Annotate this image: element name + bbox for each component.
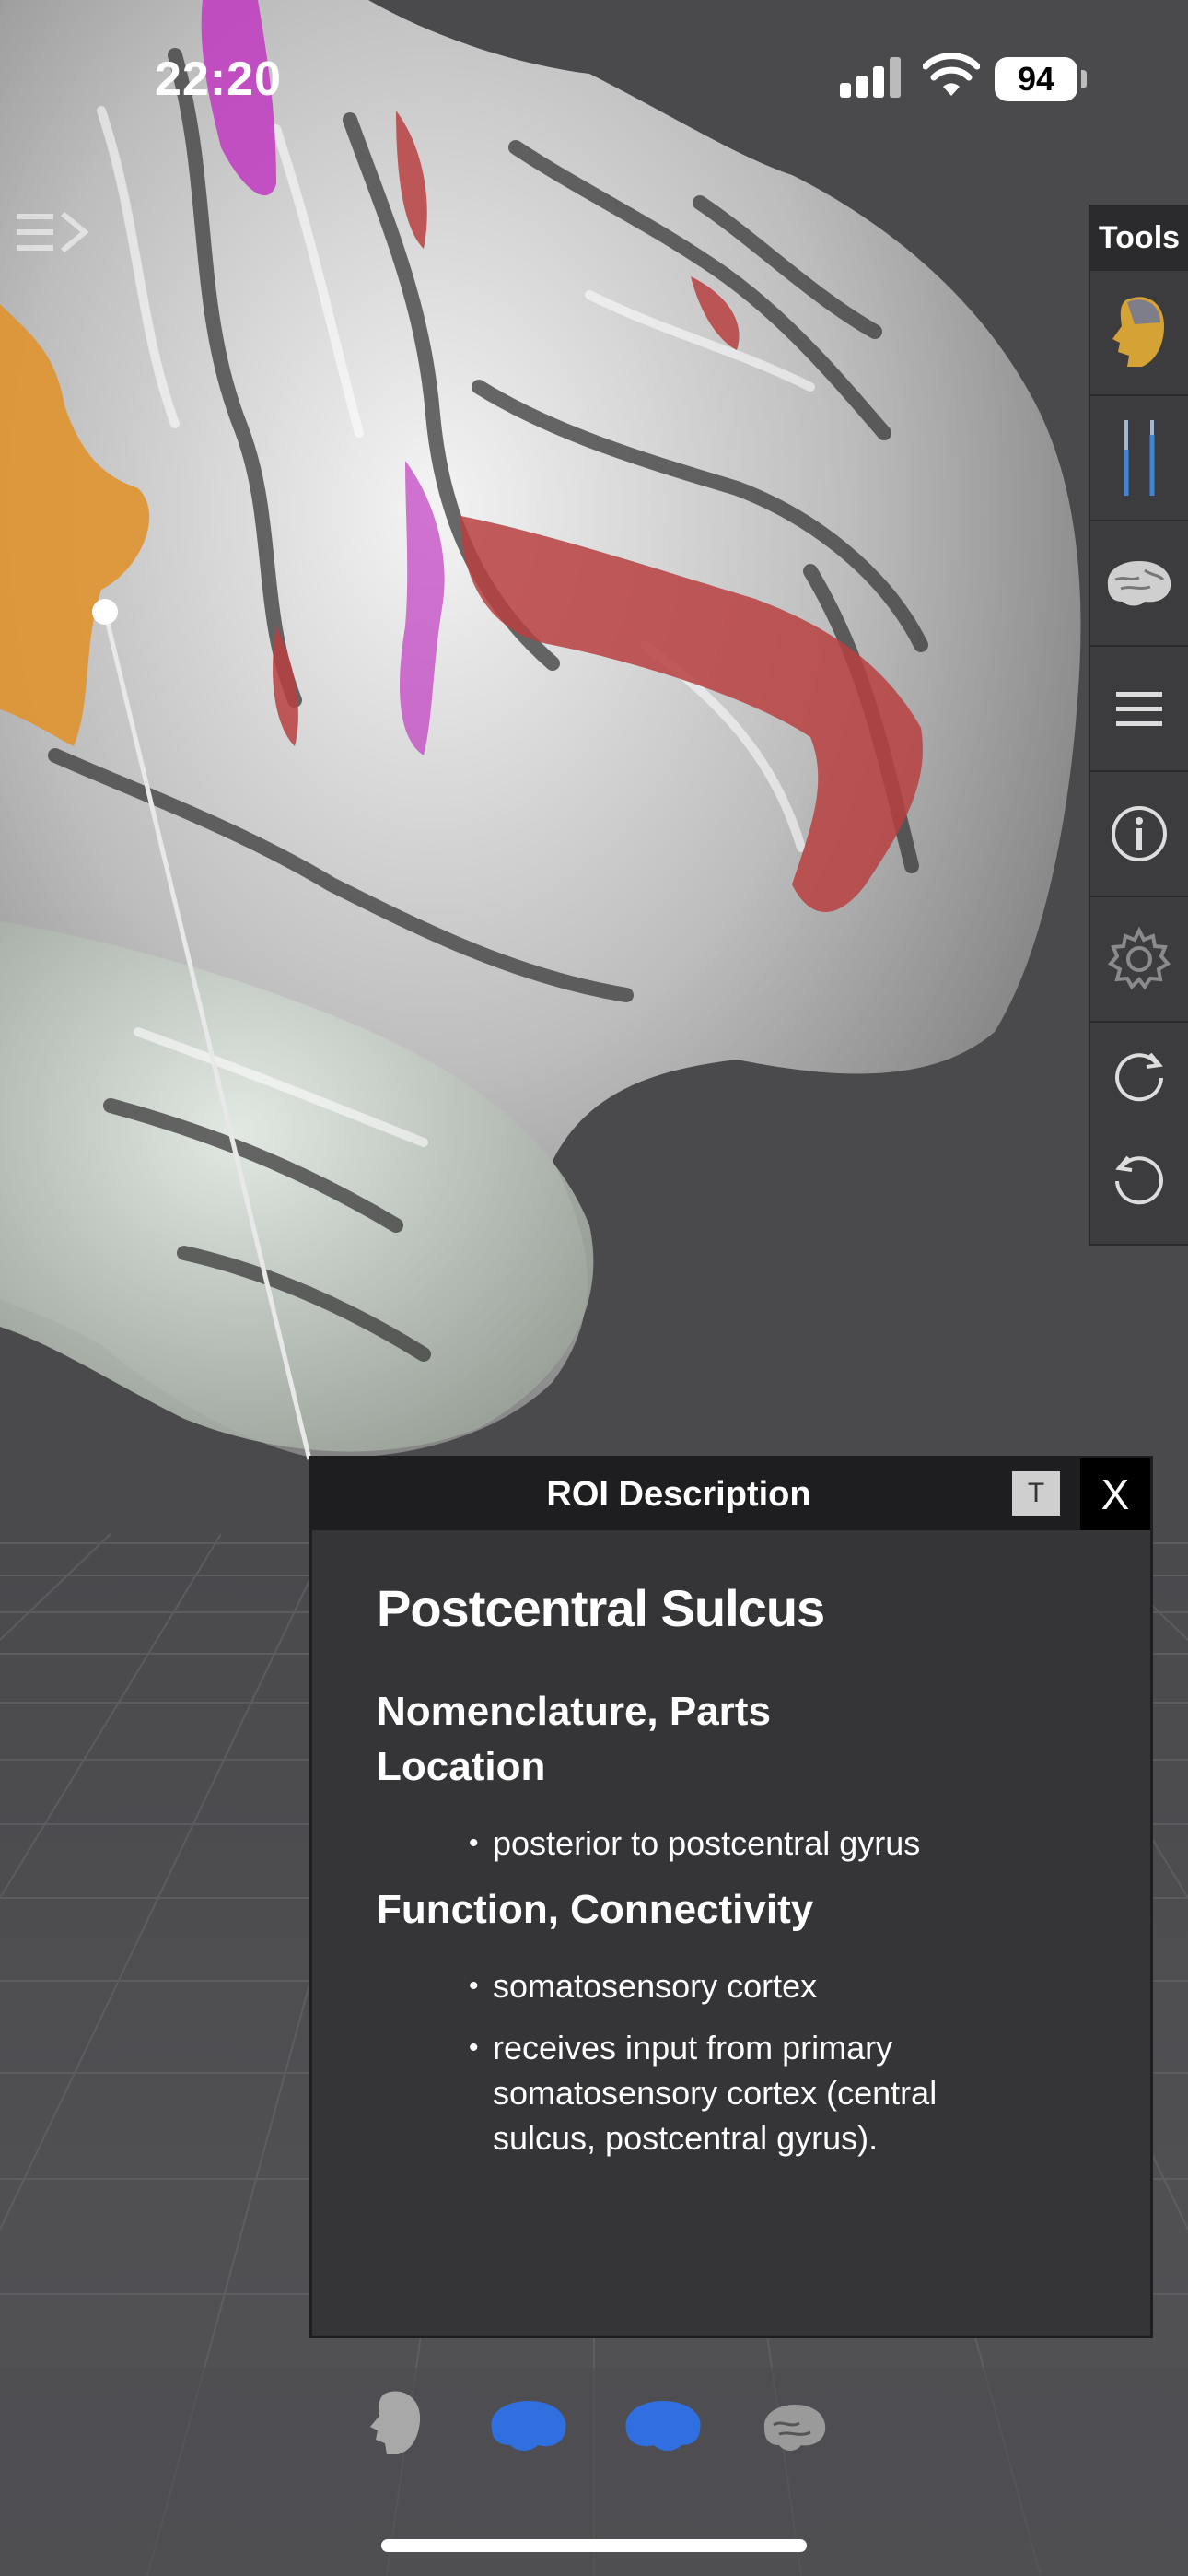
right-hemisphere-icon[interactable] — [621, 2397, 705, 2454]
status-bar: 22:20 94 — [0, 0, 1188, 157]
status-time: 22:20 — [155, 53, 282, 106]
tool-rotate-cw[interactable] — [1090, 1021, 1188, 1126]
text-size-button[interactable]: T — [1012, 1471, 1060, 1516]
tools-title: Tools — [1090, 206, 1188, 269]
tool-info[interactable] — [1090, 770, 1188, 896]
tool-head-model[interactable] — [1090, 269, 1188, 394]
tool-settings[interactable] — [1090, 896, 1188, 1021]
close-button[interactable]: X — [1080, 1458, 1150, 1530]
roi-panel-header: ROI Description T X — [312, 1458, 1150, 1530]
brain-section-icon[interactable] — [759, 2401, 831, 2456]
menu-icon — [1116, 692, 1162, 726]
section-heading-nomenclature: Nomenclature, Parts Location — [377, 1689, 771, 1789]
info-icon — [1112, 806, 1167, 861]
bottom-view-bar — [0, 2368, 1188, 2497]
sliders-icon — [1124, 420, 1155, 496]
tool-rotate-ccw[interactable] — [1090, 1126, 1188, 1229]
roi-description-panel: ROI Description T X Postcentral Sulcus N… — [309, 1456, 1153, 2338]
roi-panel-title: ROI Description — [546, 1475, 811, 1514]
left-hemisphere-icon[interactable] — [486, 2397, 571, 2454]
roi-panel-body: Postcentral Sulcus Nomenclature, Parts L… — [377, 1578, 1113, 2177]
section-heading-function: Function, Connectivity — [377, 1887, 814, 1932]
function-list: somatosensory cortex receives input from… — [377, 1963, 1113, 2160]
tool-sliders[interactable] — [1090, 394, 1188, 520]
roi-name: Postcentral Sulcus — [377, 1579, 825, 1637]
rotate-counterclockwise-icon — [1115, 1155, 1163, 1205]
roi-pointer-dot — [92, 599, 118, 625]
list-item: somatosensory cortex — [469, 1963, 1113, 2008]
battery-indicator: 94 — [995, 57, 1077, 101]
cellular-signal-icon — [840, 57, 901, 98]
tool-brain-view[interactable] — [1090, 520, 1188, 645]
tools-panel: Tools — [1089, 205, 1188, 1246]
settings-gear-icon — [1107, 927, 1171, 990]
list-item: receives input from primary somatosensor… — [469, 2025, 1008, 2160]
rotate-clockwise-icon — [1115, 1052, 1163, 1102]
list-item: posterior to postcentral gyrus — [469, 1821, 1113, 1866]
head-model-icon — [1112, 297, 1164, 367]
nomenclature-list: posterior to postcentral gyrus — [377, 1821, 1113, 1866]
wifi-icon — [923, 53, 980, 96]
home-indicator[interactable] — [381, 2539, 807, 2552]
brain-icon — [1107, 561, 1171, 606]
tool-menu[interactable] — [1090, 645, 1188, 770]
battery-tip — [1081, 70, 1087, 88]
head-view-icon[interactable] — [365, 2386, 429, 2460]
expand-menu-icon[interactable] — [13, 208, 90, 256]
